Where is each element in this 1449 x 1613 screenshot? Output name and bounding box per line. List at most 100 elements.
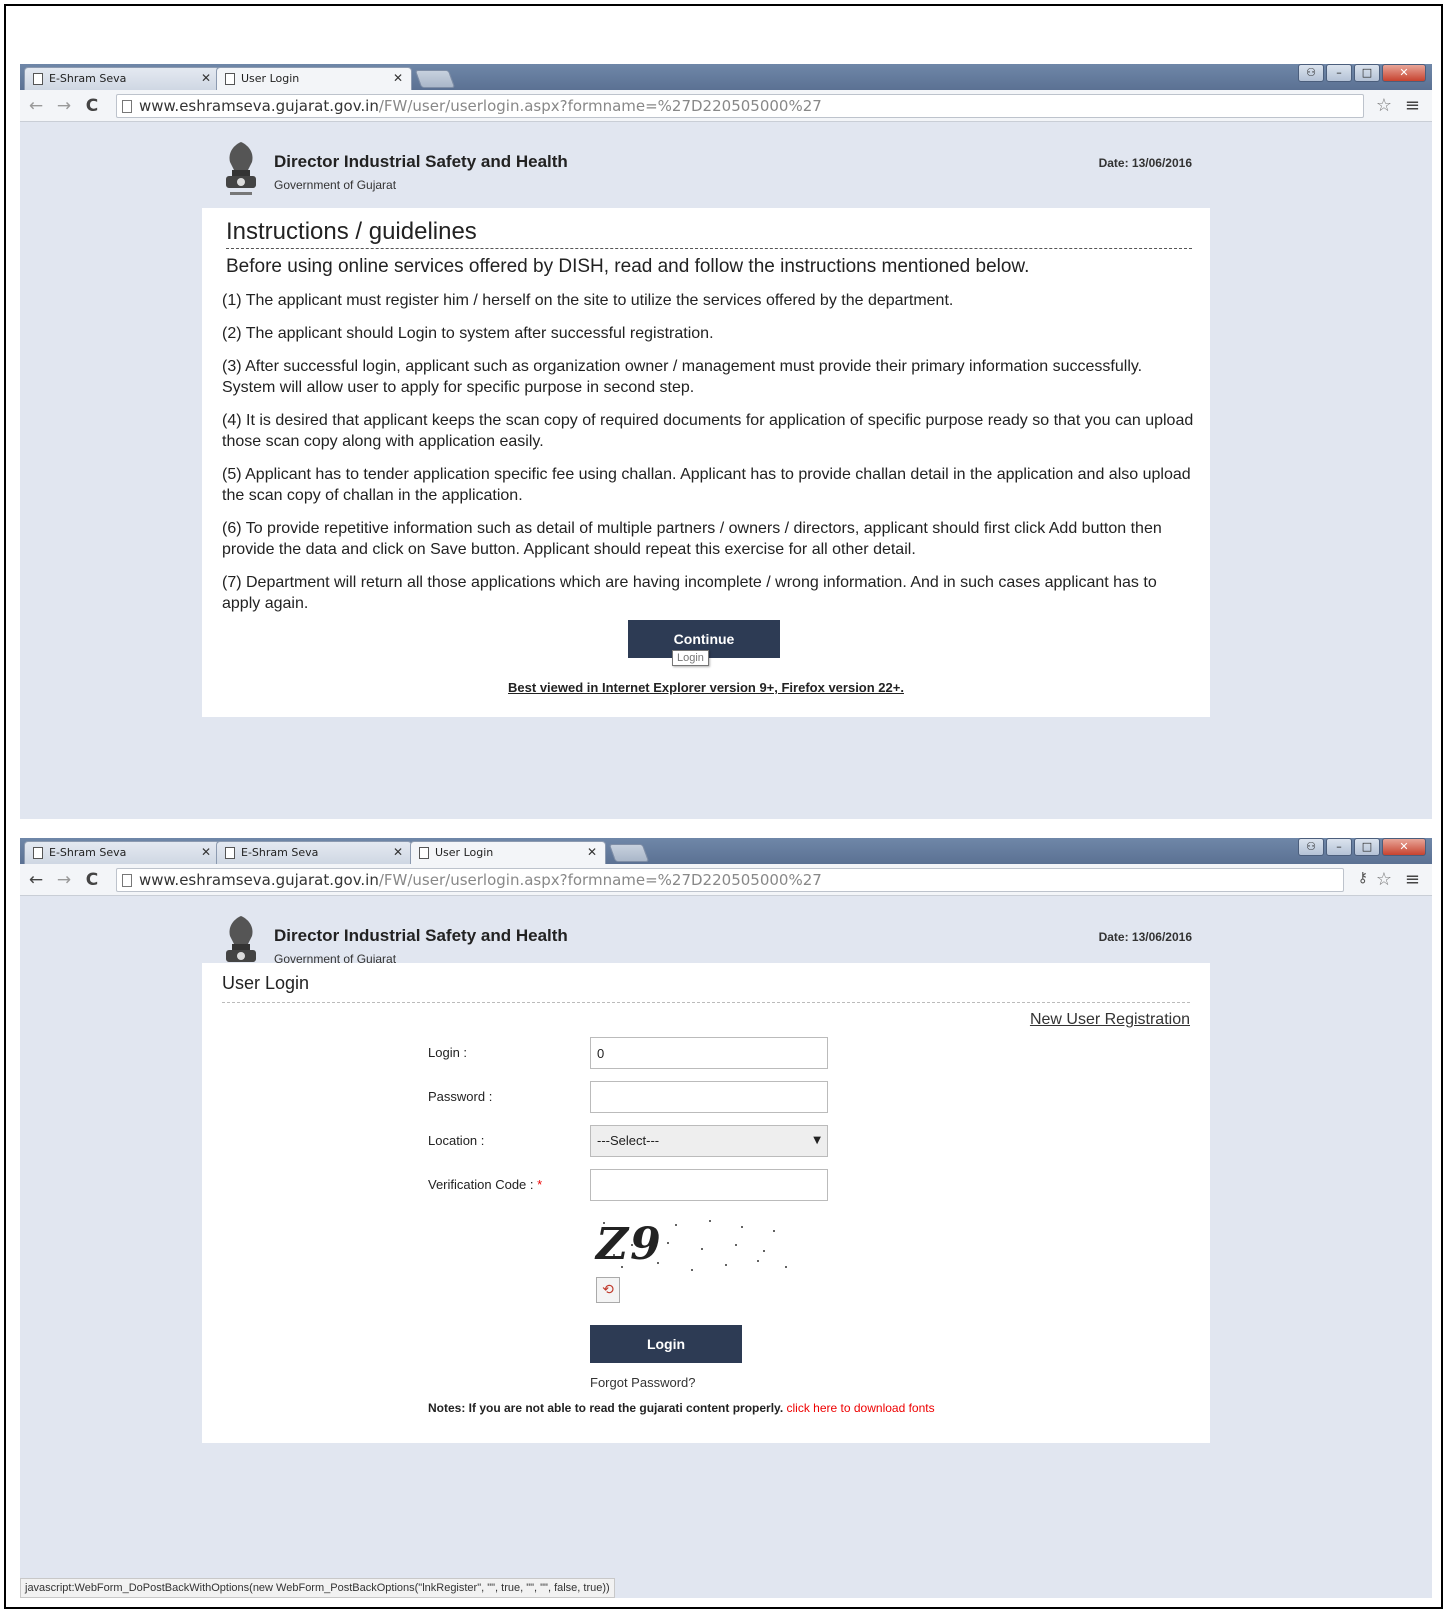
close-window-icon[interactable]: ✕	[1382, 64, 1426, 82]
instruction-item: (1) The applicant must register him / he…	[222, 292, 954, 309]
org-title: Director Industrial Safety and Health	[274, 152, 568, 171]
tab-label: User Login	[435, 846, 494, 859]
tab-user-login[interactable]: User Login ✕	[216, 67, 412, 90]
instruction-item: (7) Department will return all those app…	[222, 574, 1157, 612]
url-host: www.eshramseva.gujarat.gov.in	[139, 97, 379, 115]
close-icon[interactable]: ✕	[201, 68, 211, 89]
chevron-down-icon: ▼	[813, 1135, 821, 1146]
page-icon	[122, 874, 132, 887]
location-select[interactable]: ---Select--- ▼	[590, 1125, 828, 1157]
minimize-icon[interactable]: –	[1326, 64, 1352, 82]
required-asterisk: *	[537, 1177, 543, 1192]
instruction-item: (3) After successful login, applicant su…	[222, 358, 1143, 396]
current-date: Date: 13/06/2016	[1098, 930, 1192, 944]
instruction-item: (5) Applicant has to tender application …	[222, 466, 1191, 504]
org-title: Director Industrial Safety and Health	[274, 926, 568, 945]
current-date: Date: 13/06/2016	[1098, 156, 1192, 170]
login-label: Login :	[428, 1045, 468, 1060]
hamburger-menu-icon[interactable]: ≡	[1405, 95, 1420, 116]
close-window-icon[interactable]: ✕	[1382, 838, 1426, 856]
url-host: www.eshramseva.gujarat.gov.in	[139, 871, 379, 889]
url-path: /FW/user/userlogin.aspx?formname=%27D220…	[378, 97, 822, 115]
location-label: Location :	[428, 1133, 485, 1148]
user-icon[interactable]: ⚇	[1298, 838, 1324, 856]
verification-label-text: Verification Code :	[428, 1177, 534, 1192]
instructions-list: (1) The applicant must register him / he…	[222, 290, 1197, 626]
page-icon	[33, 73, 43, 85]
verification-code-label: Verification Code : *	[428, 1177, 542, 1192]
verification-code-input[interactable]	[590, 1169, 828, 1201]
forward-arrow-icon[interactable]: →	[54, 96, 74, 116]
star-icon[interactable]: ☆	[1376, 95, 1392, 116]
new-tab-button[interactable]	[608, 844, 650, 862]
instruction-item: (6) To provide repetitive information su…	[222, 520, 1162, 558]
back-arrow-icon[interactable]: ←	[26, 870, 46, 890]
fonts-note: Notes: If you are not able to read the g…	[428, 1401, 935, 1415]
page-icon	[225, 73, 235, 85]
close-icon[interactable]: ✕	[201, 842, 211, 863]
login-button[interactable]: Login	[590, 1325, 742, 1363]
tab-label: E-Shram Seva	[241, 846, 319, 859]
captcha-text: Z9 HA9	[596, 1219, 706, 1277]
notes-text: Notes: If you are not able to read the g…	[428, 1401, 784, 1415]
address-bar[interactable]: www.eshramseva.gujarat.gov.in/FW/user/us…	[116, 868, 1344, 892]
emblem-icon	[226, 142, 256, 195]
instruction-item: (2) The applicant should Login to system…	[222, 325, 714, 342]
tab-eshram-seva-2[interactable]: E-Shram Seva ✕	[216, 841, 412, 864]
star-icon[interactable]: ☆	[1376, 869, 1392, 890]
tab-label: User Login	[241, 72, 300, 85]
tab-eshram-seva[interactable]: E-Shram Seva ✕	[24, 67, 220, 90]
page-icon	[33, 847, 43, 859]
reload-icon[interactable]: C	[82, 96, 102, 116]
page-icon	[122, 100, 132, 113]
back-arrow-icon[interactable]: ←	[26, 96, 46, 116]
user-icon[interactable]: ⚇	[1298, 64, 1324, 82]
page-icon	[419, 847, 429, 859]
close-icon[interactable]: ✕	[393, 842, 403, 863]
tab-user-login[interactable]: User Login ✕	[410, 841, 606, 864]
tab-label: E-Shram Seva	[49, 72, 127, 85]
site-header: Director Industrial Safety and Health Go…	[220, 140, 1192, 202]
page-title: User Login	[222, 973, 1190, 1003]
maximize-icon[interactable]: □	[1354, 64, 1380, 82]
best-viewed-link[interactable]: Best viewed in Internet Explorer version…	[202, 680, 1210, 695]
url-path: /FW/user/userlogin.aspx?formname=%27D220…	[378, 871, 822, 889]
new-tab-button[interactable]	[414, 70, 456, 88]
tab-strip: E-Shram Seva ✕ E-Shram Seva ✕ User Login…	[20, 838, 1432, 864]
tab-label: E-Shram Seva	[49, 846, 127, 859]
reload-icon[interactable]: C	[82, 870, 102, 890]
new-user-registration-link[interactable]: New User Registration	[1030, 1011, 1190, 1029]
refresh-icon[interactable]: ⟲	[596, 1277, 620, 1303]
address-bar[interactable]: www.eshramseva.gujarat.gov.in/FW/user/us…	[116, 94, 1364, 118]
org-subtitle: Government of Gujarat	[274, 178, 397, 192]
download-fonts-link[interactable]: click here to download fonts	[787, 1401, 935, 1415]
location-selected-value: ---Select---	[597, 1133, 660, 1148]
page-viewport: Director Industrial Safety and Health Go…	[20, 896, 1432, 1598]
browser-toolbar: ← → C www.eshramseva.gujarat.gov.in/FW/u…	[20, 90, 1432, 122]
instructions-title: Instructions / guidelines	[226, 218, 1192, 249]
instruction-item: (4) It is desired that applicant keeps t…	[222, 412, 1194, 450]
browser-window-login: E-Shram Seva ✕ E-Shram Seva ✕ User Login…	[20, 838, 1432, 1598]
page-icon	[225, 847, 235, 859]
status-bar: javascript:WebForm_DoPostBackWithOptions…	[20, 1578, 615, 1598]
maximize-icon[interactable]: □	[1354, 838, 1380, 856]
login-panel: User Login New User Registration Login :…	[202, 963, 1210, 1443]
login-input[interactable]	[590, 1037, 828, 1069]
tab-eshram-seva[interactable]: E-Shram Seva ✕	[24, 841, 220, 864]
minimize-icon[interactable]: –	[1326, 838, 1352, 856]
password-input[interactable]	[590, 1081, 828, 1113]
browser-window-instructions: E-Shram Seva ✕ User Login ✕ ⚇ – □ ✕ ← → …	[20, 64, 1432, 819]
page-viewport: Director Industrial Safety and Health Go…	[20, 122, 1432, 819]
instructions-lead: Before using online services offered by …	[226, 256, 1030, 277]
window-controls: ⚇ – □ ✕	[1298, 64, 1426, 82]
captcha-image: Z9 HA9	[592, 1215, 792, 1277]
key-icon[interactable]: ⚷	[1358, 870, 1368, 886]
window-controls: ⚇ – □ ✕	[1298, 838, 1426, 856]
forward-arrow-icon[interactable]: →	[54, 870, 74, 890]
tab-strip: E-Shram Seva ✕ User Login ✕ ⚇ – □ ✕	[20, 64, 1432, 90]
close-icon[interactable]: ✕	[393, 68, 403, 89]
hamburger-menu-icon[interactable]: ≡	[1405, 869, 1420, 890]
forgot-password-link[interactable]: Forgot Password?	[590, 1375, 696, 1390]
password-label: Password :	[428, 1089, 493, 1104]
close-icon[interactable]: ✕	[587, 842, 597, 863]
